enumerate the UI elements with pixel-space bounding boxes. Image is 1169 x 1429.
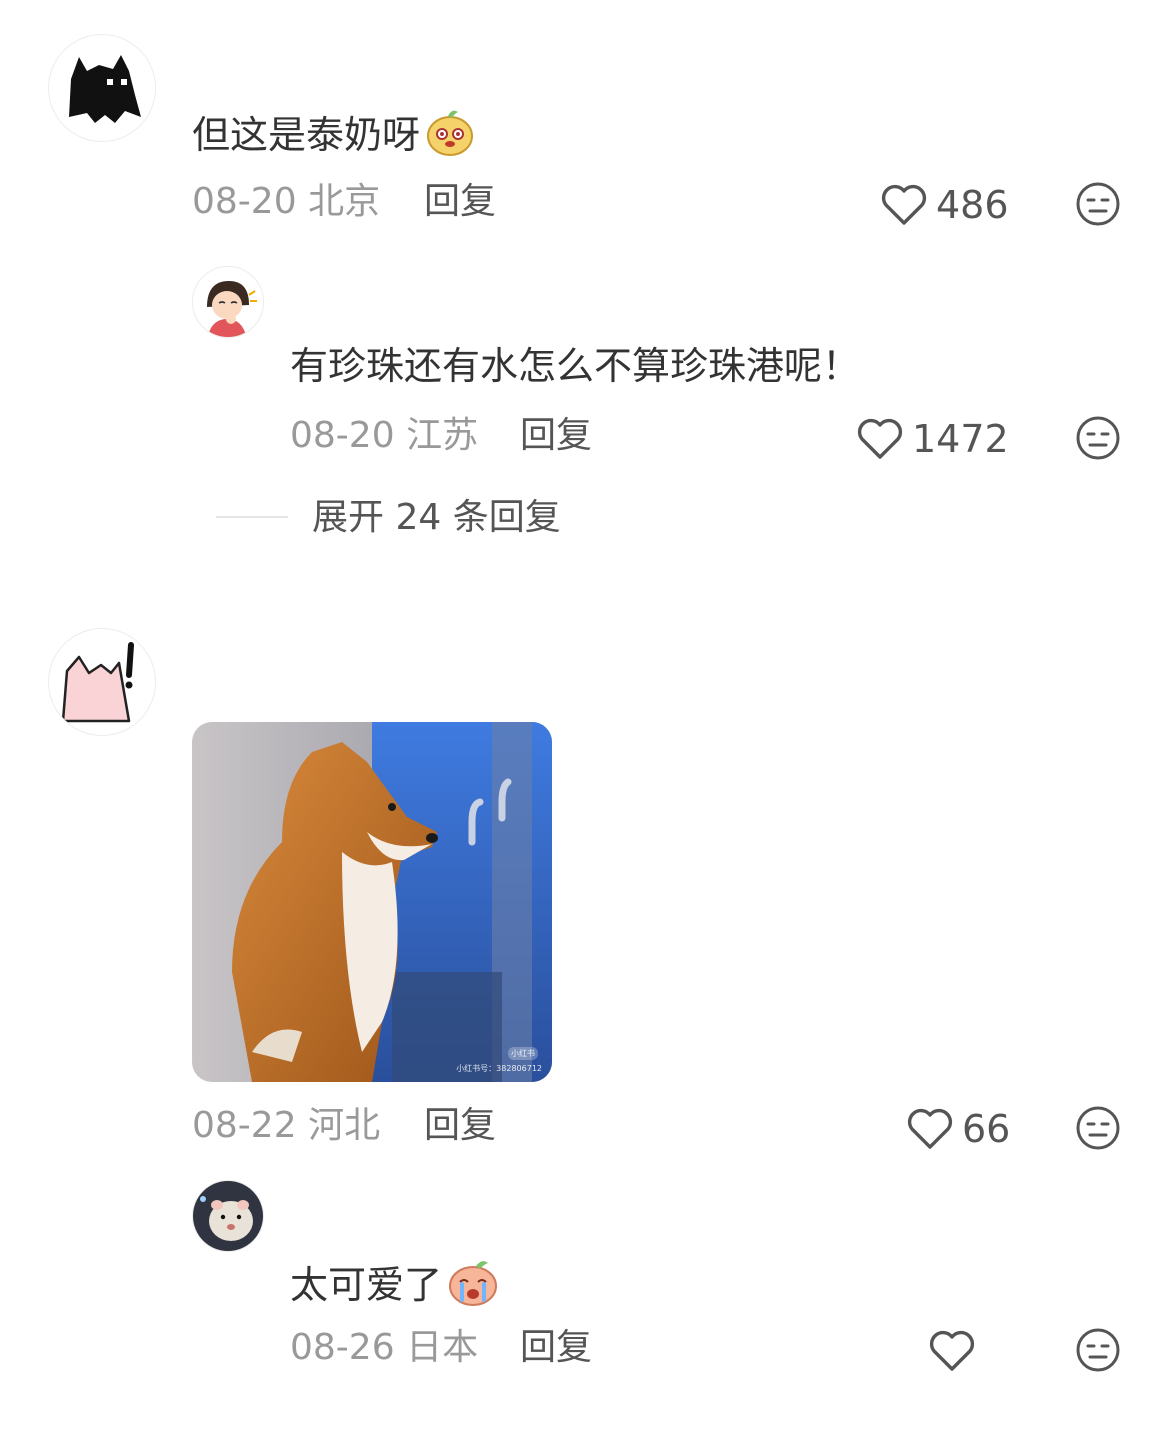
dislike-face-icon[interactable] xyxy=(1075,1327,1121,1373)
reply-date: 08-26 xyxy=(290,1327,395,1368)
like-count: 1472 xyxy=(912,417,1009,461)
heart-icon xyxy=(929,1330,975,1371)
like-button[interactable] xyxy=(928,1329,984,1373)
comment-location: 北京 xyxy=(308,181,381,222)
expand-divider xyxy=(216,516,288,518)
dislike-face-icon[interactable] xyxy=(1075,415,1121,461)
like-button[interactable]: 66 xyxy=(906,1107,1010,1151)
reply-button[interactable]: 回复 xyxy=(424,180,496,224)
reply-text-content: 太可爱了 xyxy=(290,1263,443,1307)
watermark-logo: 小红书 xyxy=(508,1047,538,1060)
shiba-dog-photo[interactable]: 小红书 小红书号：382806712 xyxy=(192,722,552,1082)
heart-icon xyxy=(881,184,927,225)
heart-icon xyxy=(857,418,903,459)
like-button[interactable]: 486 xyxy=(880,183,1009,227)
black-cat-icon xyxy=(69,55,141,123)
like-count: 486 xyxy=(936,183,1009,227)
comment-date: 08-22 xyxy=(192,1105,297,1146)
reply-text: 太可爱了 xyxy=(290,1256,500,1319)
comment-meta: 08-22 河北 xyxy=(192,1104,380,1148)
dislike-face-icon[interactable] xyxy=(1075,181,1121,227)
reply-location: 江苏 xyxy=(406,415,479,456)
heart-icon xyxy=(907,1108,953,1149)
comment-location: 河北 xyxy=(308,1105,381,1146)
like-count: 66 xyxy=(962,1107,1011,1151)
reply-location: 日本 xyxy=(406,1327,479,1368)
dislike-face-icon[interactable] xyxy=(1075,1105,1121,1151)
reply-button[interactable]: 回复 xyxy=(520,1326,592,1370)
shiba-dog-image xyxy=(192,722,552,1082)
comment-text-content: 但这是泰奶呀 xyxy=(192,113,421,157)
expand-replies-button[interactable]: 展开 24 条回复 xyxy=(312,496,561,540)
melon-emoji-icon xyxy=(424,106,476,169)
thinking-girl-icon xyxy=(207,281,257,337)
hamster-icon xyxy=(193,1181,263,1251)
reply-button[interactable]: 回复 xyxy=(520,414,592,458)
watermark-text: 小红书号：382806712 xyxy=(456,1064,542,1073)
reply-button[interactable]: 回复 xyxy=(424,1104,496,1148)
comment-meta: 08-20 北京 xyxy=(192,180,380,224)
avatar[interactable] xyxy=(192,266,264,338)
avatar[interactable] xyxy=(48,34,156,142)
reply-date: 08-20 xyxy=(290,415,395,456)
avatar[interactable] xyxy=(192,1180,264,1252)
like-button[interactable]: 1472 xyxy=(856,417,1009,461)
reply-meta: 08-20 江苏 xyxy=(290,414,478,458)
reply-meta: 08-26 日本 xyxy=(290,1326,478,1370)
comment-text: 但这是泰奶呀 xyxy=(192,106,476,169)
crying-melon-emoji-icon xyxy=(446,1256,500,1319)
pink-cat-icon xyxy=(61,642,134,723)
comment-date: 08-20 xyxy=(192,181,297,222)
reply-text: 有珍珠还有水怎么不算珍珠港呢！ xyxy=(290,344,861,388)
avatar[interactable] xyxy=(48,628,156,736)
